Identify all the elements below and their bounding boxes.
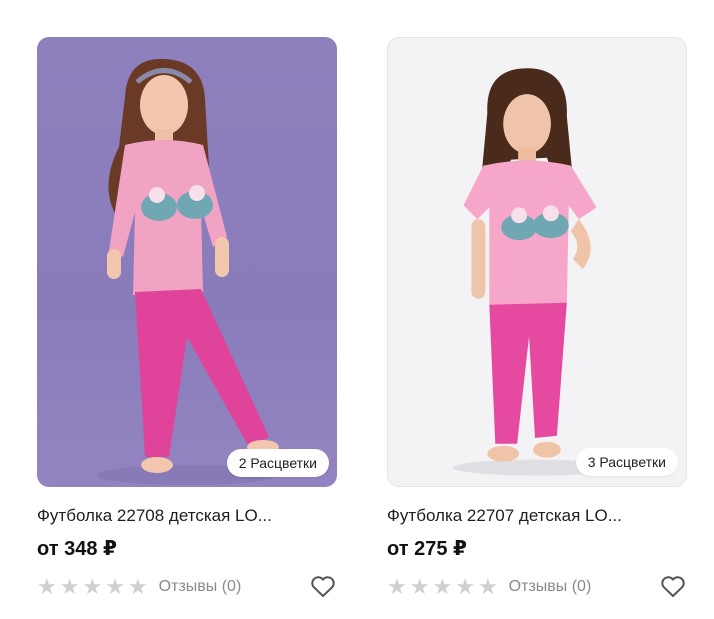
product-card[interactable]: 3 Расцветки Футболка 22707 детская LO...… — [387, 37, 687, 599]
product-photo-illustration — [452, 68, 622, 476]
product-title[interactable]: Футболка 22708 детская LO... — [37, 505, 337, 527]
star-icon: ★ — [37, 574, 57, 599]
star-icon: ★ — [59, 574, 80, 599]
star-icon: ★ — [432, 574, 453, 599]
favorite-button[interactable] — [659, 574, 687, 600]
colors-count-badge[interactable]: 2 Расцветки — [226, 449, 329, 477]
product-price: от 275 ₽ — [387, 538, 467, 560]
rating-row: ★ ★ ★ ★ ★ Отзывы (0) — [387, 575, 687, 599]
star-icon: ★ — [455, 574, 475, 599]
rating-row: ★ ★ ★ ★ ★ Отзывы (0) — [37, 575, 337, 599]
colors-count-badge[interactable]: 3 Расцветки — [575, 448, 678, 476]
reviews-link[interactable]: Отзывы (0) — [159, 578, 242, 596]
heart-outline-icon — [311, 576, 335, 597]
star-icon: ★ — [387, 574, 407, 599]
rating-stars: ★ ★ ★ ★ ★ — [387, 576, 498, 598]
rating-stars: ★ ★ ★ ★ ★ — [37, 576, 148, 598]
product-image[interactable]: 2 Расцветки — [37, 37, 337, 487]
product-price: от 348 ₽ — [37, 538, 117, 560]
star-icon: ★ — [127, 574, 148, 599]
star-icon: ★ — [477, 574, 498, 599]
product-image[interactable]: 3 Расцветки — [387, 37, 687, 487]
reviews-link[interactable]: Отзывы (0) — [509, 578, 592, 596]
star-icon: ★ — [409, 574, 430, 599]
star-icon: ★ — [82, 574, 103, 599]
favorite-button[interactable] — [309, 574, 337, 600]
product-card[interactable]: 2 Расцветки Футболка 22708 детская LO...… — [37, 37, 337, 599]
product-title[interactable]: Футболка 22707 детская LO... — [387, 505, 687, 527]
star-icon: ★ — [105, 574, 125, 599]
product-photo-illustration — [97, 58, 279, 485]
heart-outline-icon — [661, 576, 685, 597]
